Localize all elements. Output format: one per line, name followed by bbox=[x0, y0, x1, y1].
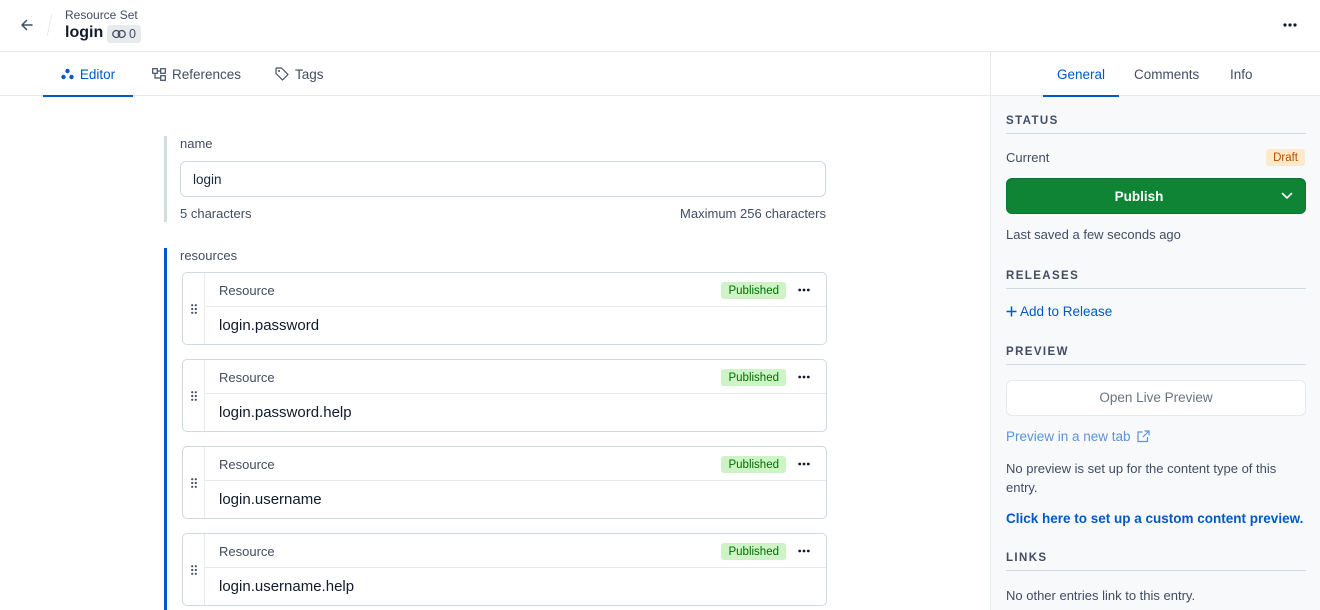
draft-badge: Draft bbox=[1266, 149, 1305, 166]
reference-count: 0 bbox=[129, 27, 136, 41]
resource-card[interactable]: Resource Published login.password.help bbox=[182, 359, 827, 432]
tab-general[interactable]: General bbox=[1042, 52, 1120, 97]
editor-icon bbox=[61, 68, 74, 80]
entry-more-actions-button[interactable] bbox=[1278, 14, 1302, 36]
releases-heading: RELEASES bbox=[1006, 270, 1306, 289]
card-more-actions-button[interactable] bbox=[794, 542, 814, 560]
resource-card[interactable]: Resource Published login.password bbox=[182, 272, 827, 345]
tab-label: Editor bbox=[79, 66, 116, 82]
status-badge: Published bbox=[721, 456, 786, 473]
custom-preview-link[interactable]: Click here to set up a custom content pr… bbox=[1006, 511, 1303, 526]
card-header: Resource Published bbox=[205, 360, 826, 394]
drag-handle-icon bbox=[190, 303, 197, 314]
card-more-actions-button[interactable] bbox=[794, 368, 814, 386]
current-status-label: Current bbox=[1006, 150, 1050, 165]
name-char-max: Maximum 256 characters bbox=[680, 206, 826, 221]
links-heading: LINKS bbox=[1006, 552, 1306, 571]
tab-references[interactable]: References bbox=[152, 52, 241, 96]
name-field-label: name bbox=[180, 136, 213, 151]
publish-button[interactable]: Publish bbox=[1006, 178, 1306, 214]
plus-icon bbox=[1006, 306, 1017, 317]
tab-info[interactable]: Info bbox=[1230, 52, 1253, 96]
card-more-actions-button[interactable] bbox=[794, 455, 814, 473]
more-horizontal-icon bbox=[798, 288, 810, 292]
add-to-release-label: Add to Release bbox=[1020, 304, 1113, 319]
tab-comments[interactable]: Comments bbox=[1134, 52, 1199, 96]
name-field: name 5 characters Maximum 256 characters bbox=[164, 136, 826, 222]
link-icon bbox=[112, 29, 126, 39]
drag-handle[interactable] bbox=[183, 273, 205, 344]
drag-handle[interactable] bbox=[183, 360, 205, 431]
preview-new-tab-label: Preview in a new tab bbox=[1006, 429, 1131, 444]
preview-new-tab-link[interactable]: Preview in a new tab bbox=[1006, 429, 1150, 444]
tab-tags[interactable]: Tags bbox=[275, 52, 324, 96]
preview-heading: PREVIEW bbox=[1006, 346, 1306, 365]
arrow-left-icon bbox=[21, 19, 33, 31]
drag-handle-icon bbox=[190, 390, 197, 401]
tab-label: Tags bbox=[295, 66, 324, 82]
entry-title: login bbox=[65, 24, 104, 41]
card-title: login.username bbox=[219, 491, 322, 508]
status-badge: Published bbox=[721, 369, 786, 386]
chevron-down-icon[interactable] bbox=[1279, 188, 1295, 204]
top-bar: Resource Set login 0 bbox=[0, 0, 1320, 52]
tab-editor[interactable]: Editor bbox=[43, 52, 133, 97]
entry-sidebar: General Comments Info STATUS Current Dra… bbox=[990, 52, 1320, 610]
add-to-release-link[interactable]: Add to Release bbox=[1006, 304, 1112, 319]
back-button[interactable] bbox=[14, 12, 40, 38]
card-more-actions-button[interactable] bbox=[794, 281, 814, 299]
external-link-icon bbox=[1136, 430, 1150, 443]
sidebar-tabs: General Comments Info bbox=[991, 52, 1320, 97]
links-text: No other entries link to this entry. bbox=[1006, 588, 1196, 603]
more-horizontal-icon bbox=[1283, 23, 1297, 27]
more-horizontal-icon bbox=[798, 462, 810, 466]
status-heading: STATUS bbox=[1006, 115, 1306, 134]
status-badge: Published bbox=[721, 282, 786, 299]
entry-content-type: Resource Set bbox=[65, 8, 138, 22]
drag-handle[interactable] bbox=[183, 534, 205, 605]
header-divider bbox=[46, 14, 53, 36]
open-live-preview-button[interactable]: Open Live Preview bbox=[1006, 380, 1306, 416]
editor-tabs: Editor References Tags bbox=[0, 52, 990, 97]
editor-area: Editor References Tags name 5 characters… bbox=[0, 52, 990, 610]
card-content-type: Resource bbox=[219, 457, 275, 472]
card-content-type: Resource bbox=[219, 283, 275, 298]
card-content-type: Resource bbox=[219, 544, 275, 559]
status-badge: Published bbox=[721, 543, 786, 560]
card-content-type: Resource bbox=[219, 370, 275, 385]
tab-label: References bbox=[172, 66, 242, 82]
drag-handle[interactable] bbox=[183, 447, 205, 518]
drag-handle-icon bbox=[190, 477, 197, 488]
card-header: Resource Published bbox=[205, 534, 826, 568]
publish-label: Publish bbox=[1114, 189, 1164, 204]
resource-card[interactable]: Resource Published login.username bbox=[182, 446, 827, 519]
tag-icon bbox=[275, 67, 289, 81]
references-icon bbox=[152, 67, 166, 81]
name-input[interactable] bbox=[180, 161, 826, 197]
card-title: login.username.help bbox=[219, 578, 355, 595]
resources-field-label: resources bbox=[180, 248, 238, 263]
more-horizontal-icon bbox=[798, 549, 810, 553]
card-header: Resource Published bbox=[205, 447, 826, 481]
resource-card[interactable]: Resource Published login.username.help bbox=[182, 533, 827, 606]
name-char-count: 5 characters bbox=[180, 206, 252, 221]
no-preview-text: No preview is set up for the content typ… bbox=[1006, 461, 1277, 495]
reference-count-badge[interactable]: 0 bbox=[107, 25, 141, 43]
resources-field: resources Resource Published login.passw… bbox=[164, 248, 827, 610]
card-title: login.password.help bbox=[219, 404, 352, 421]
card-header: Resource Published bbox=[205, 273, 826, 307]
more-horizontal-icon bbox=[798, 375, 810, 379]
drag-handle-icon bbox=[190, 564, 197, 575]
card-title: login.password bbox=[219, 317, 320, 334]
last-saved-text: Last saved a few seconds ago bbox=[1006, 227, 1181, 242]
